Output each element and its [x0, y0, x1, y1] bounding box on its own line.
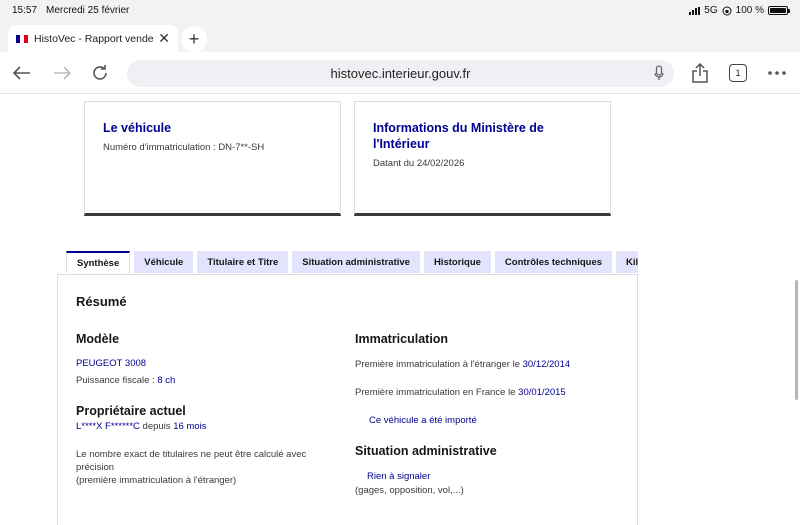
owner-since-value: 16 mois	[173, 421, 207, 432]
battery-icon	[768, 6, 790, 15]
ministry-card-title[interactable]: Informations du Ministère de l'Intérieur	[373, 120, 592, 152]
tab-situation-administrative[interactable]: Situation administrative	[292, 251, 420, 273]
page-content: Le véhicule Numéro d'immatriculation : D…	[0, 95, 800, 525]
tab-switcher-button[interactable]: 1	[729, 64, 747, 82]
summary-title: Résumé	[76, 294, 127, 309]
foreign-registration-date: 30/12/2014	[522, 359, 571, 370]
ministry-card[interactable]: Informations du Ministère de l'Intérieur…	[354, 101, 611, 216]
admin-details: (gages, opposition, vol,...)	[355, 485, 464, 496]
owner-name: L****X F******C	[76, 421, 140, 432]
vehicle-card-text: Numéro d'immatriculation : DN-7**-SH	[103, 142, 265, 153]
status-indicators: 5G 100 %	[689, 5, 790, 16]
status-date: Mercredi 25 février	[46, 5, 130, 16]
owner-line: L****X F******C depuis 16 mois	[76, 420, 206, 433]
tab-historique[interactable]: Historique	[423, 251, 491, 273]
url-bar[interactable]: histovec.interieur.gouv.fr	[127, 60, 674, 87]
owner-since-label: depuis	[142, 421, 171, 432]
share-icon	[692, 63, 708, 83]
fiscal-power: Puissance fiscale : 8 ch	[76, 374, 175, 387]
status-time: 15:57	[12, 5, 38, 16]
france-registration-date: 30/01/2015	[518, 387, 566, 398]
browser-tab[interactable]: HistoVec - Rapport vendeur ✕	[8, 25, 178, 52]
orientation-lock-icon	[722, 6, 732, 15]
admin-status-link[interactable]: Rien à signaler	[367, 470, 430, 483]
tab-controles-techniques[interactable]: Contrôles techniques	[494, 251, 613, 273]
owner-note-line2: précision	[76, 462, 115, 473]
browser-tab-strip: HistoVec - Rapport vendeur ✕ +	[0, 22, 800, 52]
forward-button[interactable]	[50, 61, 74, 85]
france-registration: Première immatriculation en France le 30…	[355, 386, 566, 399]
foreign-registration-label: Première immatriculation à l'étranger le	[355, 359, 520, 370]
network-label: 5G	[704, 5, 718, 16]
france-registration-label: Première immatriculation en France le	[355, 387, 516, 398]
report-tabs: Synthèse Véhicule Titulaire et Titre Sit…	[66, 251, 638, 274]
model-name: PEUGEOT 3008	[76, 358, 147, 369]
browser-toolbar: histovec.interieur.gouv.fr 1	[0, 52, 800, 94]
page-scrollbar[interactable]	[795, 280, 798, 400]
tab-titulaire[interactable]: Titulaire et Titre	[197, 251, 289, 273]
summary-panel: Résumé Modèle PEUGEOT 3008 Puissance fis…	[57, 274, 638, 525]
reload-button[interactable]	[88, 61, 112, 85]
arrow-left-icon	[13, 66, 30, 80]
admin-title: Situation administrative	[355, 444, 497, 458]
tab-kilometrage[interactable]: Kilométrage	[616, 251, 638, 273]
more-icon	[768, 71, 786, 75]
ministry-card-text: Datant du 24/02/2026	[373, 158, 465, 169]
model-title: Modèle	[76, 332, 120, 346]
vehicle-card[interactable]: Le véhicule Numéro d'immatriculation : D…	[84, 101, 341, 216]
arrow-right-icon	[54, 66, 71, 80]
more-menu-button[interactable]	[765, 61, 789, 85]
imported-link[interactable]: Ce véhicule a été importé	[369, 414, 477, 427]
foreign-registration: Première immatriculation à l'étranger le…	[355, 358, 570, 371]
url-text: histovec.interieur.gouv.fr	[330, 66, 471, 81]
fiscal-power-value: 8 ch	[157, 375, 176, 386]
reload-icon	[93, 65, 107, 80]
vehicle-card-title[interactable]: Le véhicule	[103, 120, 322, 136]
ministry-title-line2: l'Intérieur	[373, 137, 430, 151]
share-button[interactable]	[688, 61, 712, 85]
back-button[interactable]	[10, 61, 34, 85]
microphone-icon[interactable]	[654, 65, 664, 81]
tab-vehicule[interactable]: Véhicule	[134, 251, 194, 273]
new-tab-button[interactable]: +	[181, 26, 207, 52]
fiscal-power-label: Puissance fiscale :	[76, 375, 155, 386]
browser-tab-title: HistoVec - Rapport vendeur	[34, 32, 155, 45]
registration-title: Immatriculation	[355, 332, 449, 346]
france-flag-icon	[16, 34, 28, 43]
owner-note-line3: (première immatriculation à l'étranger)	[76, 475, 237, 486]
tab-synthese[interactable]: Synthèse	[66, 251, 131, 273]
owner-note-line1: Le nombre exact de titulaires ne peut êt…	[76, 449, 307, 460]
signal-icon	[689, 6, 701, 15]
status-bar: 15:57 Mercredi 25 février 5G 100 %	[0, 0, 800, 22]
battery-label: 100 %	[735, 5, 764, 16]
ministry-title-line1: Informations du Ministère de	[373, 121, 544, 135]
owner-note: Le nombre exact de titulaires ne peut êt…	[76, 448, 306, 487]
close-tab-icon[interactable]: ✕	[158, 30, 170, 47]
owner-title: Propriétaire actuel	[76, 404, 186, 418]
